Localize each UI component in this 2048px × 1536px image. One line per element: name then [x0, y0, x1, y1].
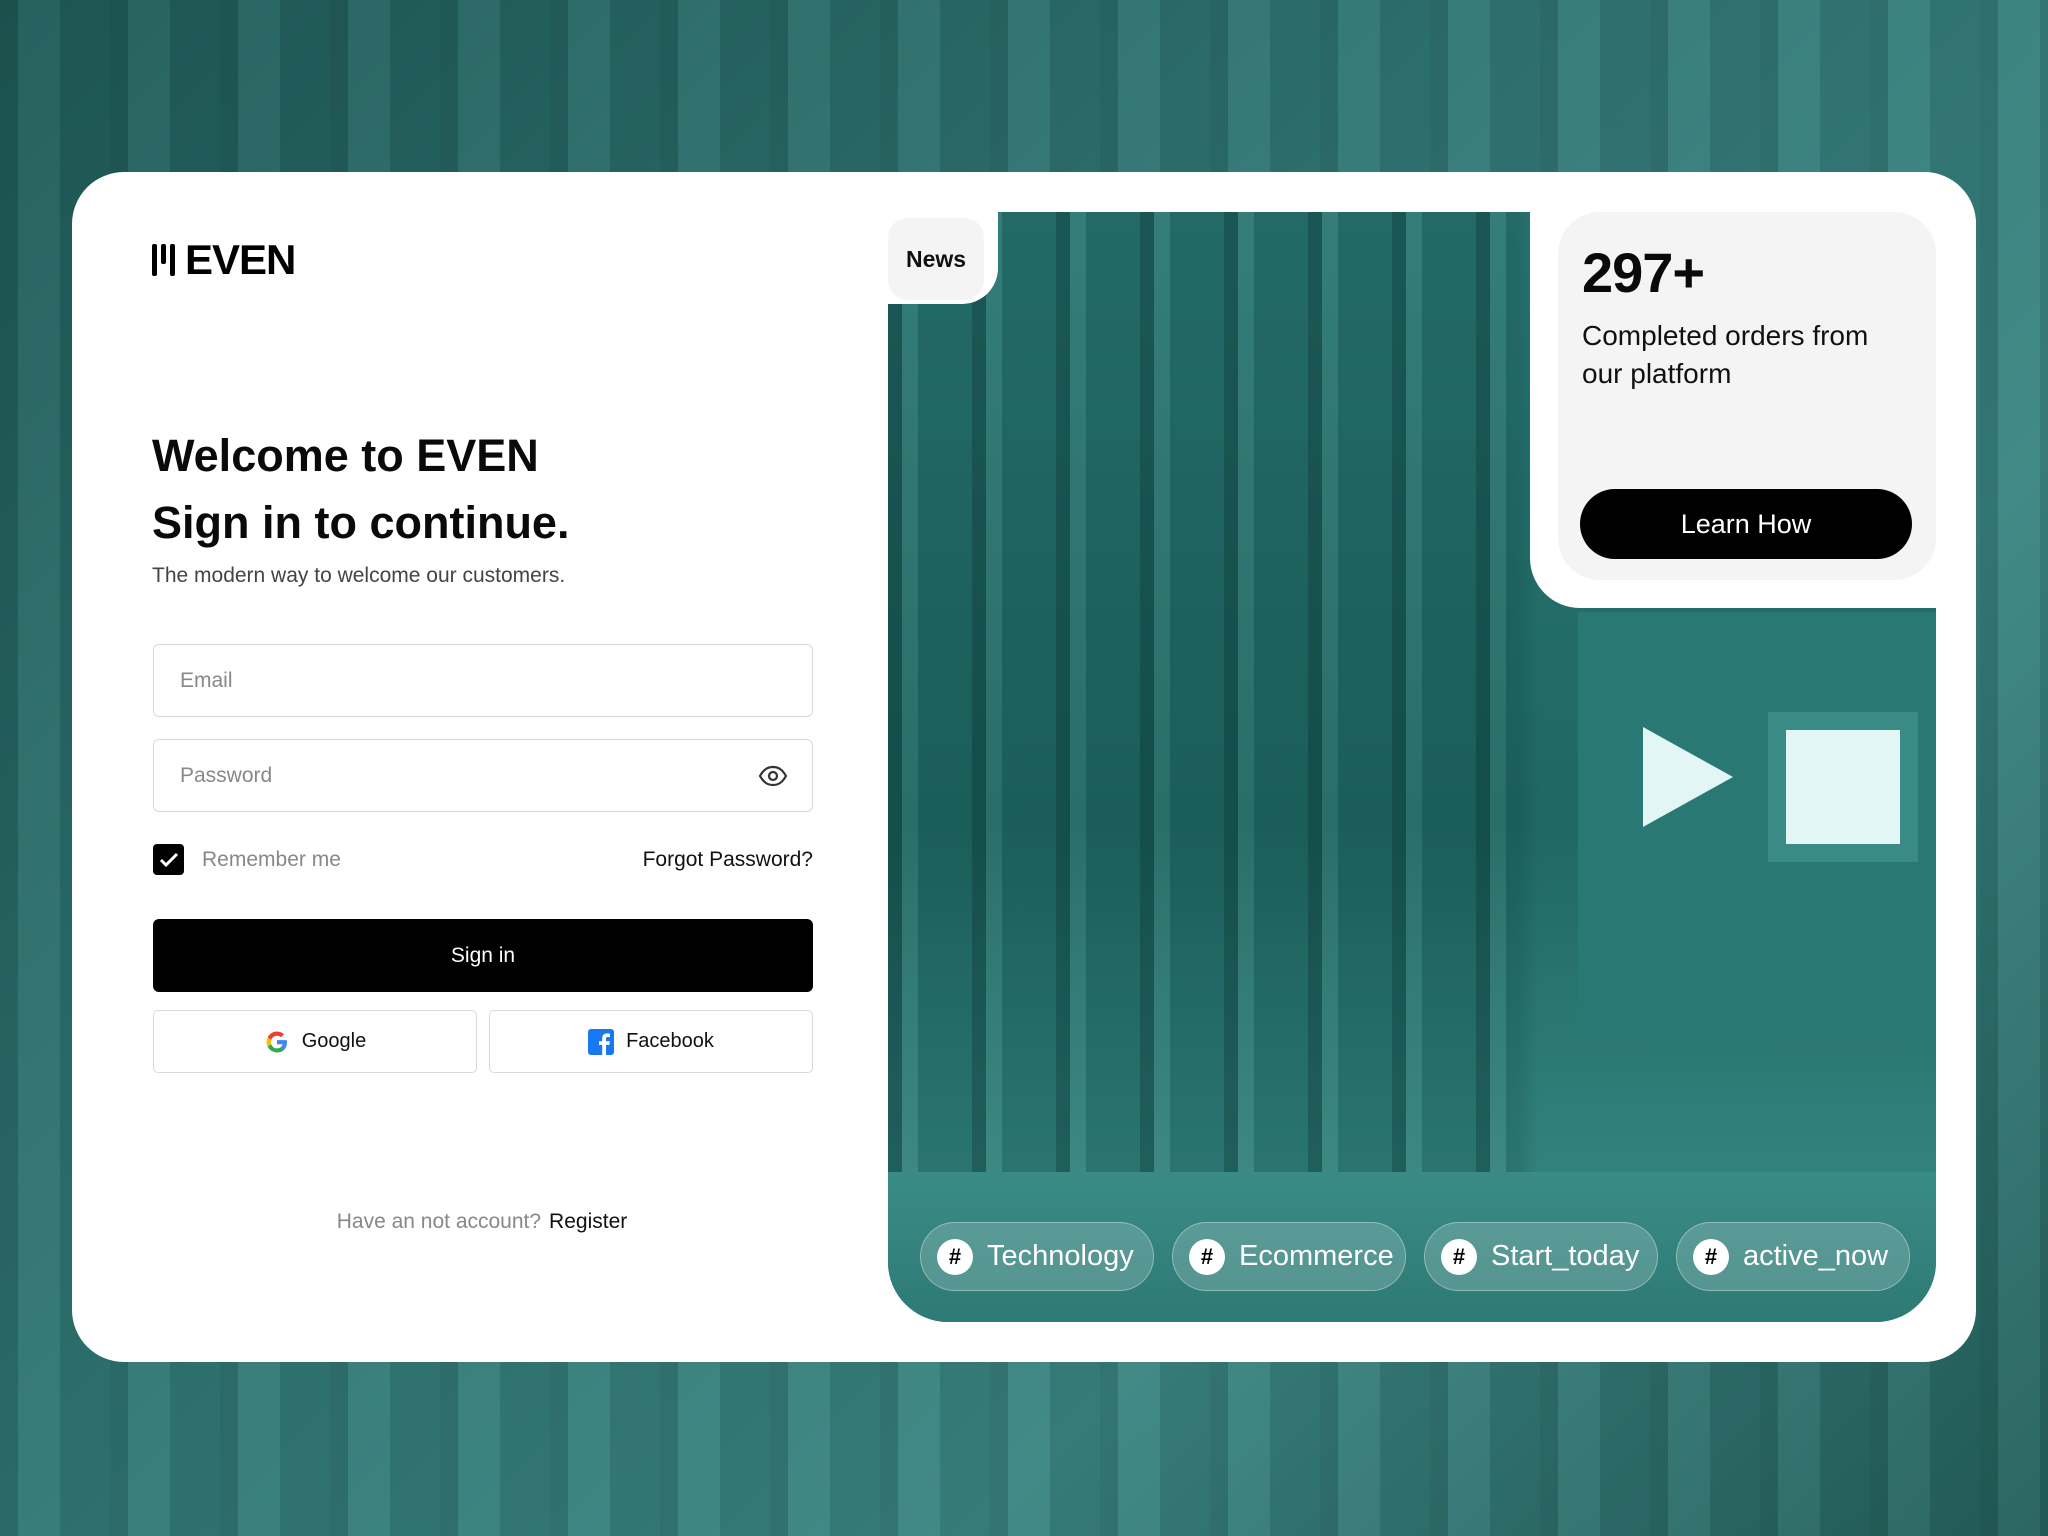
tag-label: Start_today	[1491, 1240, 1640, 1272]
stats-description: Completed orders from our platform	[1582, 320, 1869, 389]
register-link[interactable]: Register	[549, 1210, 627, 1233]
title-line-1: Welcome to EVEN	[152, 430, 539, 481]
remember-label: Remember me	[202, 847, 341, 871]
title-line-2: Sign in to continue.	[152, 497, 570, 548]
email-placeholder: Email	[180, 668, 233, 692]
brand-logo: EVEN	[152, 236, 296, 284]
tag-start-today[interactable]: # Start_today	[1424, 1222, 1658, 1291]
stats-value: 297+	[1582, 241, 1705, 304]
facebook-label: Facebook	[626, 1030, 714, 1052]
login-card: EVEN Welcome to EVEN Sign in to continue.…	[72, 172, 1976, 1362]
subtitle: The modern way to welcome our customers.	[152, 564, 566, 587]
password-placeholder: Password	[180, 763, 273, 787]
tag-label: active_now	[1743, 1240, 1889, 1272]
hash-icon: #	[1693, 1238, 1729, 1275]
remember-me[interactable]: Remember me	[153, 844, 341, 875]
password-field[interactable]: Password	[153, 739, 813, 812]
facebook-button[interactable]: Facebook	[489, 1010, 813, 1073]
tag-label: Technology	[987, 1240, 1134, 1272]
remember-checkbox[interactable]	[153, 844, 184, 875]
hash-icon: #	[1189, 1238, 1225, 1275]
learn-how-button[interactable]: Learn How	[1580, 489, 1912, 559]
google-icon	[266, 1031, 287, 1052]
tag-technology[interactable]: # Technology	[920, 1222, 1154, 1291]
tag-active-now[interactable]: # active_now	[1676, 1222, 1910, 1291]
check-icon	[159, 852, 178, 867]
page-title: Welcome to EVEN Sign in to continue.	[152, 422, 569, 556]
forgot-password-link[interactable]: Forgot Password?	[633, 848, 813, 872]
logo-mark-icon	[152, 244, 175, 276]
tag-label: Ecommerce	[1239, 1240, 1394, 1272]
stats-wrapper: 297+ Completed orders from our platform …	[1530, 172, 1976, 608]
register-row: Have an not account? Register	[72, 1210, 892, 1234]
facebook-icon	[588, 1028, 615, 1055]
tag-ecommerce[interactable]: # Ecommerce	[1172, 1222, 1406, 1291]
google-label: Google	[301, 1030, 367, 1052]
hash-icon: #	[1441, 1238, 1477, 1275]
news-tab[interactable]: News	[888, 212, 998, 304]
brand-name: EVEN	[185, 236, 296, 283]
stats-card: 297+ Completed orders from our platform …	[1558, 212, 1936, 580]
hash-icon: #	[937, 1238, 973, 1275]
sign-in-button[interactable]: Sign in	[153, 919, 813, 992]
google-button[interactable]: Google	[153, 1010, 477, 1073]
eye-icon[interactable]	[758, 764, 788, 788]
news-label: News	[888, 218, 984, 300]
register-prompt: Have an not account?	[336, 1210, 542, 1233]
email-field[interactable]: Email	[153, 644, 813, 717]
